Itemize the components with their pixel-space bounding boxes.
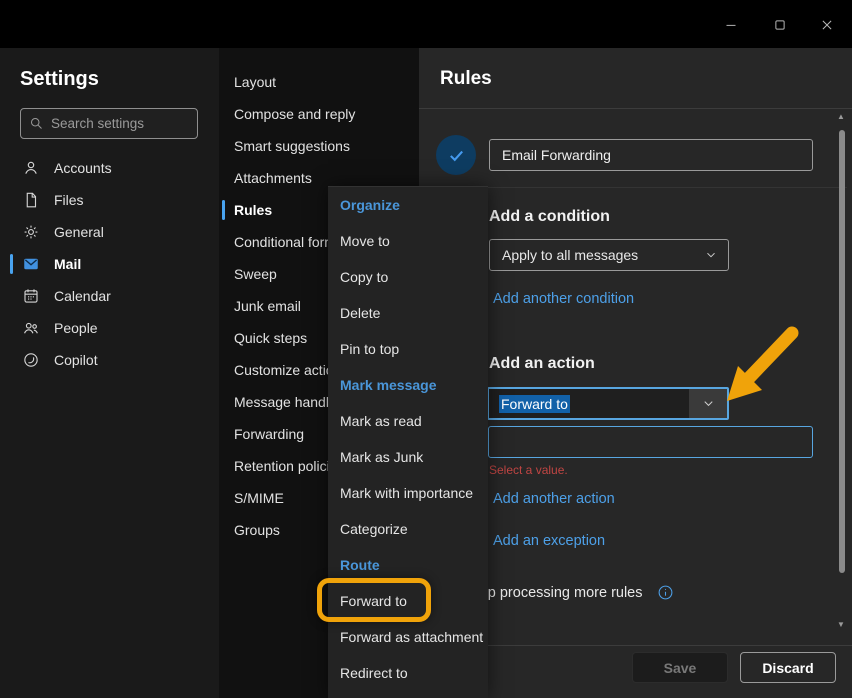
menu-item-pin-to-top[interactable]: Pin to top [328,331,488,367]
maximize-icon [771,16,789,34]
minimize-icon [722,16,740,34]
action-value-input[interactable] [488,426,813,458]
header-divider [419,108,852,109]
action-heading: Add an action [489,355,595,373]
settings-title: Settings [20,68,99,91]
chevron-down-icon [704,248,718,262]
settings-nav-item-smart-suggestions[interactable]: Smart suggestions [219,130,419,162]
chevron-down-icon [701,396,716,411]
condition-select[interactable]: Apply to all messages [489,239,729,271]
sidebar-item-label: People [54,320,98,336]
settings-nav-item-compose-and-reply[interactable]: Compose and reply [219,98,419,130]
stop-processing-label: Stop processing more rules [466,585,643,601]
scrollbar-up-arrow[interactable]: ▲ [836,113,846,121]
settings-sidebar: Settings Accounts Files General Mail Calenda… [0,48,219,698]
sidebar-nav: Accounts Files General Mail Calendar People Co… [0,152,219,376]
close-button[interactable] [804,10,850,40]
search-settings-box[interactable] [20,108,198,139]
sidebar-item-calendar[interactable]: Calendar [0,280,219,312]
menu-item-mark-with-importance[interactable]: Mark with importance [328,475,488,511]
search-input[interactable] [51,116,189,131]
sidebar-item-general[interactable]: General [0,216,219,248]
action-select-value: Forward to [489,396,570,412]
menu-item-delete[interactable]: Delete [328,295,488,331]
menu-item-forward-as-attachment[interactable]: Forward as attachment [328,619,488,655]
maximize-button[interactable] [757,10,803,40]
sidebar-item-copilot[interactable]: Copilot [0,344,219,376]
sidebar-item-mail[interactable]: Mail [0,248,219,280]
menu-header-route: Route [328,547,488,583]
gear-icon [22,223,40,241]
file-icon [22,191,40,209]
action-flyout-menu: OrganizeMove toCopy toDeletePin to topMa… [328,186,488,698]
sidebar-item-accounts[interactable]: Accounts [0,152,219,184]
check-icon [446,145,467,166]
sidebar-item-label: Mail [54,256,81,272]
search-icon [29,116,44,131]
menu-header-mark-message: Mark message [328,367,488,403]
info-icon[interactable] [657,584,674,601]
discard-button[interactable]: Discard [740,652,836,683]
sidebar-item-files[interactable]: Files [0,184,219,216]
mail-icon [22,255,40,273]
settings-nav-item-layout[interactable]: Layout [219,66,419,98]
person-icon [22,159,40,177]
add-exception-link[interactable]: Add an exception [493,533,605,549]
sidebar-item-label: Calendar [54,288,111,304]
scrollbar-thumb[interactable] [839,130,845,573]
menu-item-redirect-to[interactable]: Redirect to [328,655,488,691]
condition-select-value: Apply to all messages [502,247,638,263]
settings-window: Settings Accounts Files General Mail Calenda… [0,0,852,698]
menu-item-forward-to[interactable]: Forward to [328,583,488,619]
rule-enabled-toggle[interactable] [436,135,476,175]
menu-header-organize: Organize [328,187,488,223]
menu-item-move-to[interactable]: Move to [328,223,488,259]
close-icon [818,16,836,34]
menu-item-mark-as-junk[interactable]: Mark as Junk [328,439,488,475]
people-icon [22,319,40,337]
section-divider [437,187,847,188]
sidebar-item-label: Copilot [54,352,98,368]
menu-item-mark-as-read[interactable]: Mark as read [328,403,488,439]
scrollbar-down-arrow[interactable]: ▼ [836,621,846,629]
save-button[interactable]: Save [632,652,728,683]
menu-item-categorize[interactable]: Categorize [328,511,488,547]
add-another-action-link[interactable]: Add another action [493,491,615,507]
sidebar-item-label: Files [54,192,84,208]
validation-error: Select a value. [489,463,568,477]
action-select[interactable]: Forward to [487,387,729,420]
rule-name-input[interactable] [489,139,813,171]
titlebar [0,0,852,48]
sidebar-item-people[interactable]: People [0,312,219,344]
menu-item-copy-to[interactable]: Copy to [328,259,488,295]
sidebar-item-label: Accounts [54,160,112,176]
copilot-icon [22,351,40,369]
minimize-button[interactable] [708,10,754,40]
sidebar-item-label: General [54,224,104,240]
calendar-icon [22,287,40,305]
condition-heading: Add a condition [489,208,610,226]
action-select-chevron[interactable] [689,389,727,418]
page-title: Rules [440,68,492,90]
add-another-condition-link[interactable]: Add another condition [493,291,634,307]
stop-processing-row: Stop processing more rules [466,584,674,601]
